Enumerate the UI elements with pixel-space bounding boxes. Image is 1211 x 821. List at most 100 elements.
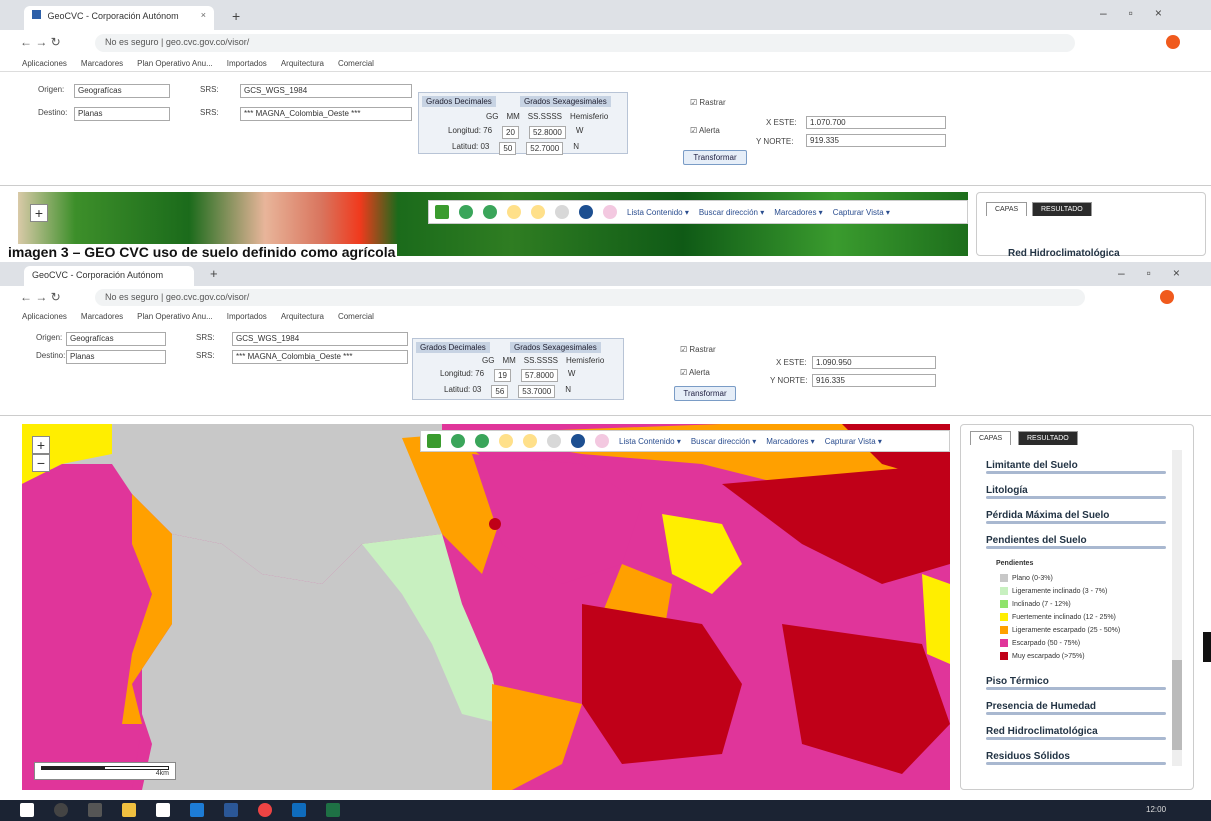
task-view-icon[interactable] xyxy=(88,803,102,817)
tool-buscar-direccion[interactable]: Buscar dirección ▾ xyxy=(691,437,756,446)
globe-icon[interactable] xyxy=(459,205,473,219)
rastrar-checkbox[interactable]: ☑ Rastrar xyxy=(690,98,726,107)
info-icon[interactable] xyxy=(579,205,593,219)
address-bar[interactable]: No es seguro | geo.cvc.gov.co/visor/ xyxy=(95,34,1075,52)
opacity-bar[interactable] xyxy=(986,521,1166,524)
close-icon[interactable]: × xyxy=(201,10,206,20)
layer-red-hidro[interactable]: Red Hidroclimatológica xyxy=(1008,248,1120,259)
bookmark-item[interactable]: Marcadores xyxy=(81,59,123,68)
file-explorer-icon[interactable] xyxy=(122,803,136,817)
address-bar[interactable]: No es seguro | geo.cvc.gov.co/visor/ xyxy=(95,289,1085,306)
alerta-checkbox[interactable]: ☑ Alerta xyxy=(690,126,720,135)
back-icon[interactable]: ← → ↻ xyxy=(20,35,61,49)
scrollbar-thumb[interactable] xyxy=(1172,660,1182,750)
zoom-out-tool-icon[interactable] xyxy=(523,434,537,448)
srs-origen-select[interactable]: GCS_WGS_1984 xyxy=(240,84,412,98)
zoom-in-tool-icon[interactable] xyxy=(499,434,513,448)
layer-item[interactable]: Presencia de Humedad xyxy=(986,701,1166,726)
alerta-checkbox[interactable]: ☑ Alerta xyxy=(680,368,710,377)
origen-select[interactable]: Geografícas xyxy=(74,84,170,98)
rastrar-checkbox[interactable]: ☑ Rastrar xyxy=(680,345,716,354)
origen-select[interactable]: Geografícas xyxy=(66,332,166,346)
eraser-icon[interactable] xyxy=(595,434,609,448)
longitude-ss[interactable]: 57.8000 xyxy=(520,369,558,382)
bookmark-item[interactable]: Comercial xyxy=(338,59,374,68)
chrome-icon[interactable] xyxy=(258,803,272,817)
tool-lista-contenido[interactable]: Lista Contenido ▾ xyxy=(627,208,689,217)
opacity-bar[interactable] xyxy=(986,687,1166,690)
latitude-mm[interactable]: 56 xyxy=(491,385,509,398)
panel-scrollbar[interactable] xyxy=(1172,450,1182,766)
opacity-bar[interactable] xyxy=(986,762,1166,765)
zoom-out-icon[interactable]: − xyxy=(32,454,50,472)
opacity-bar[interactable] xyxy=(986,471,1166,474)
latitude-hem[interactable]: N xyxy=(565,385,571,398)
longitude-mm[interactable]: 20 xyxy=(502,126,519,139)
radio-sexagesimal[interactable]: Grados Sexagesimales xyxy=(520,96,611,107)
opacity-bar[interactable] xyxy=(986,712,1166,715)
back-icon[interactable]: ← → ↻ xyxy=(20,290,61,304)
bookmark-item[interactable]: Arquitectura xyxy=(281,59,324,68)
slope-map[interactable] xyxy=(22,424,950,790)
refresh-icon[interactable] xyxy=(475,434,489,448)
info-icon[interactable] xyxy=(571,434,585,448)
latitude-ss[interactable]: 52.7000 xyxy=(526,142,564,155)
tool-marcadores[interactable]: Marcadores ▾ xyxy=(774,208,822,217)
new-tab-icon[interactable]: + xyxy=(232,8,240,24)
search-icon[interactable] xyxy=(54,803,68,817)
bottom-browser-tab[interactable]: GeoCVC - Corporación Autónom xyxy=(24,266,194,286)
eraser-icon[interactable] xyxy=(603,205,617,219)
layer-item[interactable]: Piso Térmico xyxy=(986,676,1166,701)
tab-resultado[interactable]: RESULTADO xyxy=(1018,431,1078,445)
bookmark-item[interactable]: Arquitectura xyxy=(281,312,324,321)
srs-destino-select[interactable]: *** MAGNA_Colombia_Oeste *** xyxy=(232,350,408,364)
transformar-button[interactable]: Transformar xyxy=(683,150,747,165)
pan-icon[interactable] xyxy=(555,205,569,219)
tool-marcadores[interactable]: Marcadores ▾ xyxy=(766,437,814,446)
longitude-hem[interactable]: W xyxy=(568,369,576,382)
layer-item[interactable]: Red Hidroclimatológica xyxy=(986,726,1166,751)
y-norte-field[interactable]: 919.335 xyxy=(806,134,946,147)
tool-buscar-direccion[interactable]: Buscar dirección ▾ xyxy=(699,208,764,217)
longitude-ss[interactable]: 52.8000 xyxy=(528,126,566,139)
x-este-field[interactable]: 1.070.700 xyxy=(806,116,946,129)
tab-resultado[interactable]: RESULTADO xyxy=(1032,202,1092,216)
tab-capas[interactable]: CAPAS xyxy=(970,431,1012,445)
zoom-in-tool-icon[interactable] xyxy=(507,205,521,219)
profile-avatar[interactable] xyxy=(1166,35,1180,49)
store-icon[interactable] xyxy=(156,803,170,817)
tool-capturar-vista[interactable]: Capturar Vista ▾ xyxy=(825,437,882,446)
layer-item[interactable]: Pendientes del Suelo xyxy=(986,535,1166,560)
tab-capas[interactable]: CAPAS xyxy=(986,202,1028,216)
zoom-in-icon[interactable]: + xyxy=(30,204,48,222)
windows-start-icon[interactable] xyxy=(20,803,34,817)
opacity-bar[interactable] xyxy=(986,496,1166,499)
zoom-in-icon[interactable]: + xyxy=(32,436,50,454)
radio-decimal[interactable]: Grados Decimales xyxy=(416,342,490,353)
globe-icon[interactable] xyxy=(451,434,465,448)
bookmark-item[interactable]: Aplicaciones xyxy=(22,312,67,321)
srs-destino-select[interactable]: *** MAGNA_Colombia_Oeste *** xyxy=(240,107,412,121)
destino-select[interactable]: Planas xyxy=(66,350,166,364)
tool-lista-contenido[interactable]: Lista Contenido ▾ xyxy=(619,437,681,446)
x-este-field[interactable]: 1.090.950 xyxy=(812,356,936,369)
bookmark-item[interactable]: Comercial xyxy=(338,312,374,321)
radio-decimal[interactable]: Grados Decimales xyxy=(422,96,496,107)
layer-item[interactable]: Litología xyxy=(986,485,1166,510)
profile-avatar[interactable] xyxy=(1160,290,1174,304)
y-norte-field[interactable]: 916.335 xyxy=(812,374,936,387)
refresh-icon[interactable] xyxy=(483,205,497,219)
longitude-hem[interactable]: W xyxy=(576,126,584,139)
tool-capturar-vista[interactable]: Capturar Vista ▾ xyxy=(833,208,890,217)
transformar-button[interactable]: Transformar xyxy=(674,386,736,401)
window-controls[interactable]: –▫× xyxy=(1100,6,1184,20)
bookmark-item[interactable]: Importados xyxy=(227,312,267,321)
bookmark-item[interactable]: Plan Operativo Anu... xyxy=(137,312,213,321)
new-tab-icon[interactable]: + xyxy=(210,266,218,281)
excel-icon[interactable] xyxy=(326,803,340,817)
pan-icon[interactable] xyxy=(547,434,561,448)
top-browser-tab[interactable]: GeoCVC - Corporación Autónom × xyxy=(24,6,214,30)
opacity-bar[interactable] xyxy=(986,737,1166,740)
srs-origen-select[interactable]: GCS_WGS_1984 xyxy=(232,332,408,346)
bookmark-item[interactable]: Plan Operativo Anu... xyxy=(137,59,213,68)
